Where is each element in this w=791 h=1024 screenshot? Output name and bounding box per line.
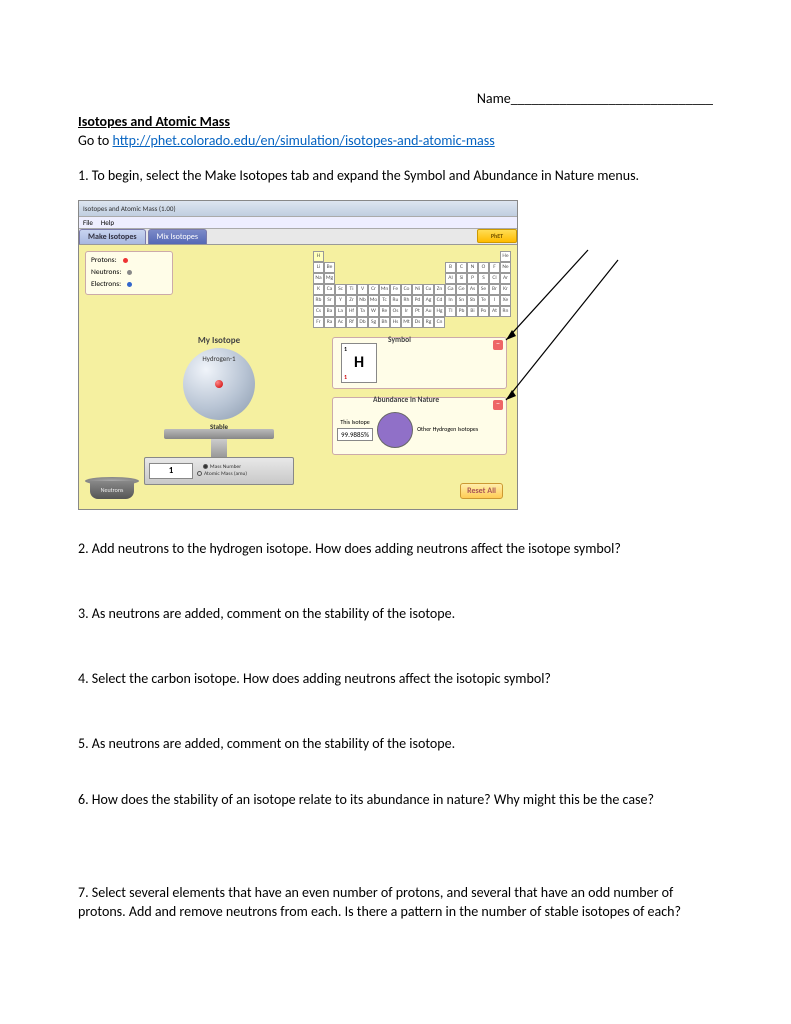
phet-logo: PhET [477,229,517,243]
goto-prefix: Go to [78,132,112,149]
menu-help[interactable]: Help [101,218,114,227]
close-icon[interactable]: − [493,340,503,350]
name-label: Name [477,90,511,107]
name-field-line: Name_____________________________ [78,90,713,107]
close-icon[interactable]: − [493,400,503,410]
neutron-icon [127,270,132,275]
abundance-value: 99.9885% [337,428,373,441]
question-6: 6. How does the stability of an isotope … [78,791,713,810]
stability-label: Stable [119,422,319,431]
atomic-mass-radio[interactable] [197,471,202,476]
neutron-bucket[interactable]: Neutrons [85,477,139,503]
tab-bar: Make Isotopes Mix Isotopes PhET [79,229,517,245]
electron-icon [127,282,132,287]
mass-value: 1 [149,463,193,479]
proton-icon [123,258,128,263]
question-5: 5. As neutrons are added, comment on the… [78,735,713,754]
isotope-display: My Isotope Hydrogen-1 Stable 1 Mass Numb… [119,335,319,485]
atom-sphere[interactable]: Hydrogen-1 [183,348,255,420]
abundance-panel: Abundance in Nature − This Isotope 99.98… [332,397,507,455]
menu-bar: File Help [79,217,517,229]
question-3: 3. As neutrons are added, comment on the… [78,605,713,624]
mass-number-label: 1 [344,345,347,353]
isotope-name: Hydrogen-1 [183,354,255,363]
question-4: 4. Select the carbon isotope. How does a… [78,670,713,689]
periodic-table[interactable]: HHe LiBeBCNOFNe NaMgAlSiPSClAr KCaScTiVC… [313,251,511,328]
goto-line: Go to http://phet.colorado.edu/en/simula… [78,132,713,149]
element-symbol-box: 1 H 1 [341,343,377,383]
pie-chart-icon [377,412,413,448]
symbol-panel: Symbol − 1 H 1 [332,337,507,389]
proton-in-atom-icon [215,380,223,388]
worksheet-title: Isotopes and Atomic Mass [78,113,713,130]
tab-make-isotopes[interactable]: Make Isotopes [79,229,146,244]
question-1: 1. To begin, select the Make Isotopes ta… [78,167,713,186]
isotope-title: My Isotope [119,335,319,346]
menu-file[interactable]: File [83,218,93,227]
atomic-number-label: 1 [344,373,347,381]
reset-all-button[interactable]: Reset All [460,483,503,499]
simulation-screenshot: Isotopes and Atomic Mass (1.00) File Hel… [78,200,558,520]
question-2: 2. Add neutrons to the hydrogen isotope.… [78,540,713,559]
tab-mix-isotopes[interactable]: Mix Isotopes [148,229,207,244]
name-blank: _____________________________ [511,90,713,107]
window-titlebar: Isotopes and Atomic Mass (1.00) [79,201,517,217]
mass-number-radio[interactable] [203,464,208,469]
mass-scale: 1 Mass Number Atomic Mass (amu) [144,457,294,485]
question-7: 7. Select several elements that have an … [78,884,713,922]
simulation-link[interactable]: http://phet.colorado.edu/en/simulation/i… [112,132,494,149]
particle-count-panel: Protons: Neutrons: Electrons: [85,251,173,295]
